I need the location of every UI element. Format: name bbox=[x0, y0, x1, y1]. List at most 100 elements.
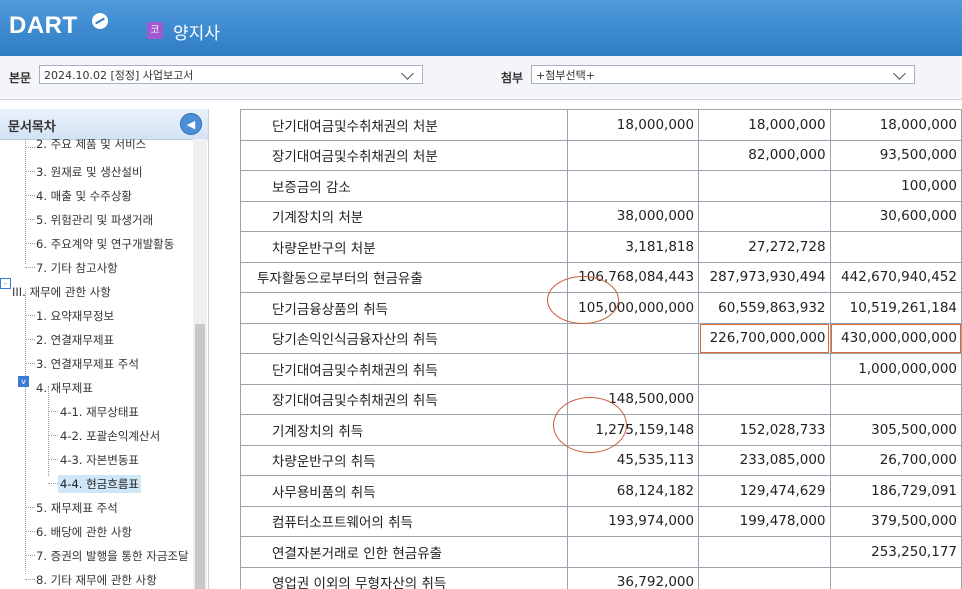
toc-header: 문서목차 ◀ bbox=[0, 109, 208, 140]
table-row: 영업권 이외의 무형자산의 취득 36,792,000 bbox=[240, 566, 962, 589]
table-row: 투자활동으로부터의 현금유출 106,768,084,443 287,973,930… bbox=[240, 261, 962, 293]
table-row: 사무용비품의 취득 68,124,182 129,474,629 186,729,09… bbox=[240, 475, 962, 507]
row-value: 1,000,000,000 bbox=[829, 353, 962, 385]
report-select[interactable]: 2024.10.02 [정정] 사업보고서 bbox=[39, 65, 423, 84]
table-row: 단기금융상품의 취득 105,000,000,000 60,559,863,932 1… bbox=[240, 292, 962, 324]
row-value: 10,519,261,184 bbox=[829, 292, 962, 324]
row-value: 36,792,000 bbox=[566, 566, 700, 589]
table-row: 기계장치의 처분 38,000,000 30,600,000 bbox=[240, 200, 962, 232]
row-value bbox=[698, 170, 831, 202]
toc-item[interactable]: 6. 주요계약 및 연구개발활동 bbox=[36, 236, 174, 252]
toc-item[interactable]: 2. 연결재무제표 bbox=[36, 332, 114, 348]
row-label: 기계장치의 처분 bbox=[240, 200, 568, 232]
row-value bbox=[566, 353, 700, 385]
toc-item[interactable]: 4-2. 포괄손익계산서 bbox=[60, 428, 160, 444]
row-value: 3,181,818 bbox=[566, 231, 700, 263]
toc-item[interactable]: 4-1. 재무상태표 bbox=[60, 404, 139, 420]
row-value: 38,000,000 bbox=[566, 200, 700, 232]
row-label: 기계장치의 취득 bbox=[240, 414, 568, 446]
row-value bbox=[829, 383, 962, 415]
row-value: 186,729,091 bbox=[829, 475, 962, 507]
row-value bbox=[829, 566, 962, 589]
row-value: 233,085,000 bbox=[698, 444, 831, 476]
toc-item[interactable]: 3. 연결재무제표 주석 bbox=[36, 356, 139, 372]
row-value: 18,000,000 bbox=[829, 109, 962, 141]
row-label: 연결자본거래로 인한 현금유출 bbox=[240, 536, 568, 568]
row-value: 68,124,182 bbox=[566, 475, 700, 507]
toc-item[interactable]: 4. 매출 및 수주상황 bbox=[36, 188, 132, 204]
row-value: 287,973,930,494 bbox=[698, 261, 831, 293]
toc-item[interactable]: 5. 위험관리 및 파생거래 bbox=[36, 212, 153, 228]
toc-item[interactable]: 6. 배당에 관한 사항 bbox=[36, 524, 132, 540]
row-label: 장기대여금및수취채권의 처분 bbox=[240, 139, 568, 171]
tree-collapse-icon[interactable]: v bbox=[18, 376, 29, 387]
row-value: 60,559,863,932 bbox=[698, 292, 831, 324]
toc-item-selected[interactable]: 4-4. 현금흐름표 bbox=[58, 475, 141, 493]
toc-item[interactable]: 1. 요약재무정보 bbox=[36, 308, 114, 324]
row-value: 18,000,000 bbox=[698, 109, 831, 141]
toc-scrollbar-thumb[interactable] bbox=[195, 324, 205, 589]
table-row: 연결자본거래로 인한 현금유출 253,250,177 bbox=[240, 536, 962, 568]
row-value bbox=[566, 536, 700, 568]
table-row: 장기대여금및수취채권의 취득 148,500,000 bbox=[240, 383, 962, 415]
report-label: 본문 bbox=[9, 71, 32, 85]
row-value: 253,250,177 bbox=[829, 536, 962, 568]
row-label: 차량운반구의 취득 bbox=[240, 444, 568, 476]
dart-logo[interactable]: DART bbox=[9, 12, 78, 40]
tree-line bbox=[48, 386, 49, 476]
toc-item[interactable]: 4. 재무제표 bbox=[36, 380, 93, 396]
row-value bbox=[698, 536, 831, 568]
toc-title: 문서목차 bbox=[8, 120, 56, 135]
row-value: 93,500,000 bbox=[829, 139, 962, 171]
row-value: 148,500,000 bbox=[566, 383, 700, 415]
document-filter-bar: 본문 2024.10.02 [정정] 사업보고서 첨부 +첨부선택+ bbox=[0, 56, 962, 100]
row-label: 당기손익인식금융자산의 취득 bbox=[240, 322, 568, 354]
document-viewer: 단기대여금및수취채권의 처분 18,000,000 18,000,000 18,000… bbox=[216, 109, 962, 589]
row-value: 18,000,000 bbox=[566, 109, 700, 141]
row-value bbox=[698, 353, 831, 385]
row-label: 투자활동으로부터의 현금유출 bbox=[240, 261, 568, 293]
table-row: 단기대여금및수취채권의 취득 1,000,000,000 bbox=[240, 353, 962, 385]
row-value: 1,275,159,148 bbox=[566, 414, 700, 446]
row-value: 305,500,000 bbox=[829, 414, 962, 446]
toc-item[interactable]: 7. 기타 참고사항 bbox=[36, 260, 118, 276]
toc-item-section[interactable]: III. 재무에 관한 사항 bbox=[12, 284, 111, 300]
toc-item[interactable]: 2. 주요 제품 및 서비스 bbox=[36, 139, 146, 152]
attach-select-value: +첨부선택+ bbox=[536, 69, 595, 82]
row-value: 199,478,000 bbox=[698, 505, 831, 537]
row-value: 45,535,113 bbox=[566, 444, 700, 476]
chevron-down-icon bbox=[893, 67, 906, 80]
row-value: 30,600,000 bbox=[829, 200, 962, 232]
toc-item[interactable]: 3. 원재료 및 생산설비 bbox=[36, 164, 143, 180]
row-value: 27,272,728 bbox=[698, 231, 831, 263]
row-label: 단기대여금및수취채권의 취득 bbox=[240, 353, 568, 385]
toc-item[interactable]: 5. 재무제표 주석 bbox=[36, 500, 118, 516]
toc-item[interactable]: 7. 증권의 발행을 통한 자금조달 bbox=[36, 548, 189, 564]
attach-label: 첨부 bbox=[501, 71, 524, 85]
row-value: 430,000,000,000 bbox=[829, 322, 962, 354]
cash-flow-table: 단기대여금및수취채권의 처분 18,000,000 18,000,000 18,000… bbox=[240, 109, 962, 589]
toc-tree: 2. 주요 제품 및 서비스 3. 원재료 및 생산설비 4. 매출 및 수주상… bbox=[0, 139, 192, 589]
globe-icon bbox=[92, 13, 108, 29]
row-value: 105,000,000,000 bbox=[566, 292, 700, 324]
row-value: 226,700,000,000 bbox=[698, 322, 831, 354]
toc-item[interactable]: 4-3. 자본변동표 bbox=[60, 452, 139, 468]
row-value bbox=[829, 231, 962, 263]
table-row: 보증금의 감소 100,000 bbox=[240, 170, 962, 202]
row-value: 100,000 bbox=[829, 170, 962, 202]
row-value: 193,974,000 bbox=[566, 505, 700, 537]
tree-expand-icon[interactable]: - bbox=[0, 278, 11, 289]
row-value: 106,768,084,443 bbox=[566, 261, 700, 293]
row-label: 보증금의 감소 bbox=[240, 170, 568, 202]
collapse-sidebar-button[interactable]: ◀ bbox=[180, 113, 202, 135]
toc-item[interactable]: 8. 기타 재무에 관한 사항 bbox=[36, 572, 157, 588]
report-select-value: 2024.10.02 [정정] 사업보고서 bbox=[44, 69, 194, 82]
row-label: 장기대여금및수취채권의 취득 bbox=[240, 383, 568, 415]
table-row: 단기대여금및수취채권의 처분 18,000,000 18,000,000 18,000… bbox=[240, 109, 962, 141]
tree-line bbox=[25, 139, 26, 264]
row-value: 26,700,000 bbox=[829, 444, 962, 476]
table-row: 기계장치의 취득 1,275,159,148 152,028,733 305,500,… bbox=[240, 414, 962, 446]
attach-select[interactable]: +첨부선택+ bbox=[531, 65, 915, 84]
row-label: 컴퓨터소프트웨어의 취득 bbox=[240, 505, 568, 537]
company-name: 양지사 bbox=[173, 24, 220, 44]
